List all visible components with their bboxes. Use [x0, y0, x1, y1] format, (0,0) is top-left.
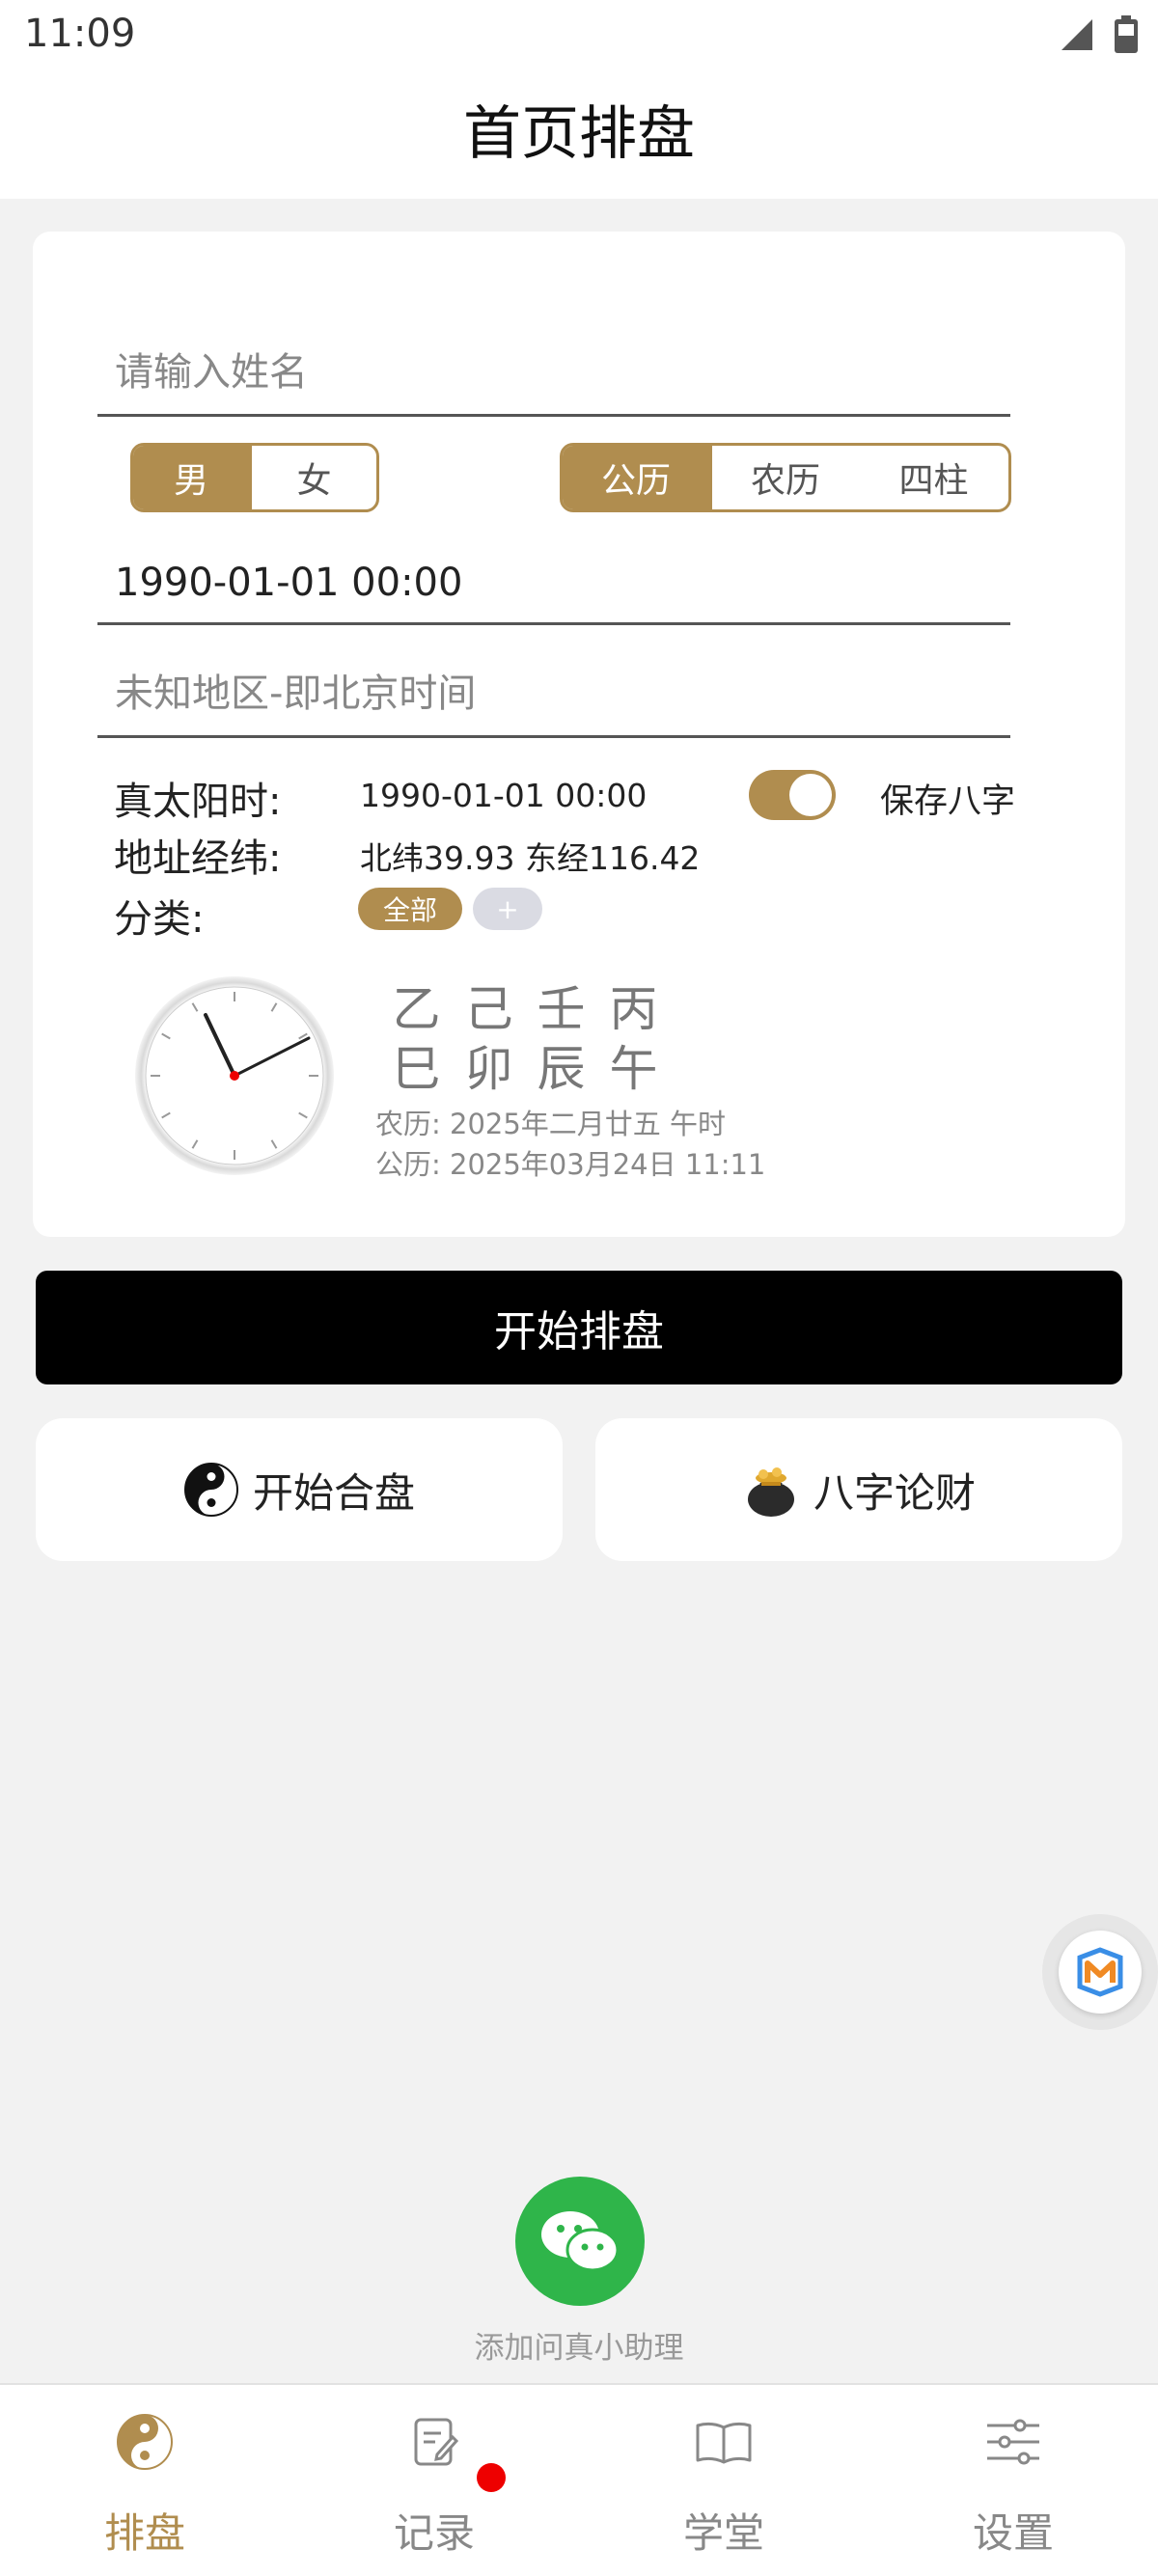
calendar-option-pillars[interactable]: 四柱 — [859, 446, 1008, 509]
branch-hour: 午 — [609, 1041, 658, 1097]
save-bazi-label: 保存八字 — [880, 782, 1016, 821]
branch-month: 卯 — [464, 1041, 513, 1097]
tab-academy-label: 学堂 — [682, 2509, 764, 2557]
clock-icon — [135, 976, 334, 1175]
tab-chart[interactable]: 排盘 — [0, 2385, 290, 2576]
wechat-assistant-label: 添加问真小助理 — [474, 2331, 684, 2366]
bazi-pillars: 乙 己 壬 丙 巳 卯 辰 午 — [380, 971, 670, 1097]
yin-yang-icon — [117, 2414, 173, 2470]
solar-time-label: 真太阳时: — [114, 780, 282, 824]
page-title: 首页排盘 — [463, 100, 695, 168]
match-chart-label: 开始合盘 — [252, 1468, 415, 1517]
tab-settings[interactable]: 设置 — [868, 2385, 1158, 2576]
location-field[interactable]: 未知地区-即北京时间 — [97, 644, 1010, 738]
address-label: 地址经纬: — [114, 836, 282, 881]
address-value: 北纬39.93 东经116.42 — [360, 839, 701, 877]
toggle-knob — [789, 774, 832, 816]
m-logo-icon — [1077, 1947, 1123, 1997]
gender-selector: 男 女 — [130, 443, 379, 512]
branch-day: 辰 — [537, 1041, 586, 1097]
floating-assistant-inner — [1059, 1931, 1142, 2014]
wealth-analysis-label: 八字论财 — [813, 1468, 976, 1517]
stem-year: 乙 — [392, 981, 441, 1037]
solar-time-value: 1990-01-01 00:00 — [360, 777, 648, 814]
book-icon — [696, 2422, 752, 2464]
category-label: 分类: — [114, 897, 205, 942]
solar-date: 公历: 2025年03月24日 11:11 — [375, 1148, 766, 1181]
calendar-option-solar[interactable]: 公历 — [563, 446, 709, 509]
notes-icon — [414, 2418, 459, 2466]
start-chart-button[interactable]: 开始排盘 — [36, 1271, 1122, 1384]
category-add-button[interactable]: + — [473, 888, 542, 930]
branch-year: 巳 — [392, 1041, 441, 1097]
yin-yang-icon — [183, 1463, 238, 1517]
lunar-date: 农历: 2025年二月廿五 午时 — [375, 1108, 727, 1140]
status-icons — [1058, 15, 1139, 54]
status-bar: 11:09 — [0, 0, 1158, 69]
tab-records[interactable]: 记录 — [290, 2385, 579, 2576]
category-chip-all[interactable]: 全部 — [358, 888, 462, 930]
calendar-selector: 公历 农历 四柱 — [560, 443, 1011, 512]
stem-day: 壬 — [537, 981, 586, 1037]
sliders-icon — [987, 2419, 1039, 2465]
money-bag-icon — [747, 1467, 794, 1517]
wechat-icon — [541, 2211, 620, 2272]
signal-icon — [1062, 19, 1092, 50]
branches-row: 巳 卯 辰 午 — [380, 1030, 670, 1097]
wealth-analysis-button[interactable]: 八字论财 — [595, 1418, 1122, 1561]
bottom-tab-bar: 排盘 记录 学堂 设置 — [0, 2383, 1158, 2576]
name-input[interactable]: 请输入姓名 — [97, 322, 1010, 417]
tab-chart-label: 排盘 — [103, 2509, 185, 2557]
save-bazi-toggle[interactable] — [749, 770, 836, 820]
stem-hour: 丙 — [609, 981, 658, 1037]
header: 首页排盘 — [0, 69, 1158, 199]
wechat-assistant-button[interactable] — [515, 2177, 645, 2306]
status-time: 11:09 — [24, 12, 136, 56]
match-chart-button[interactable]: 开始合盘 — [36, 1418, 563, 1561]
gender-option-female[interactable]: 女 — [249, 446, 376, 509]
records-notification-badge — [477, 2463, 506, 2492]
tab-settings-label: 设置 — [972, 2509, 1054, 2557]
tab-records-label: 记录 — [393, 2509, 475, 2557]
gender-option-male[interactable]: 男 — [133, 446, 249, 509]
stem-month: 己 — [464, 981, 513, 1037]
battery-icon — [1115, 15, 1138, 53]
tab-academy[interactable]: 学堂 — [579, 2385, 868, 2576]
floating-assistant-button[interactable] — [1042, 1914, 1158, 2030]
stems-row: 乙 己 壬 丙 — [380, 971, 670, 1037]
calendar-option-lunar[interactable]: 农历 — [709, 446, 859, 509]
datetime-field[interactable]: 1990-01-01 00:00 — [97, 531, 1010, 625]
